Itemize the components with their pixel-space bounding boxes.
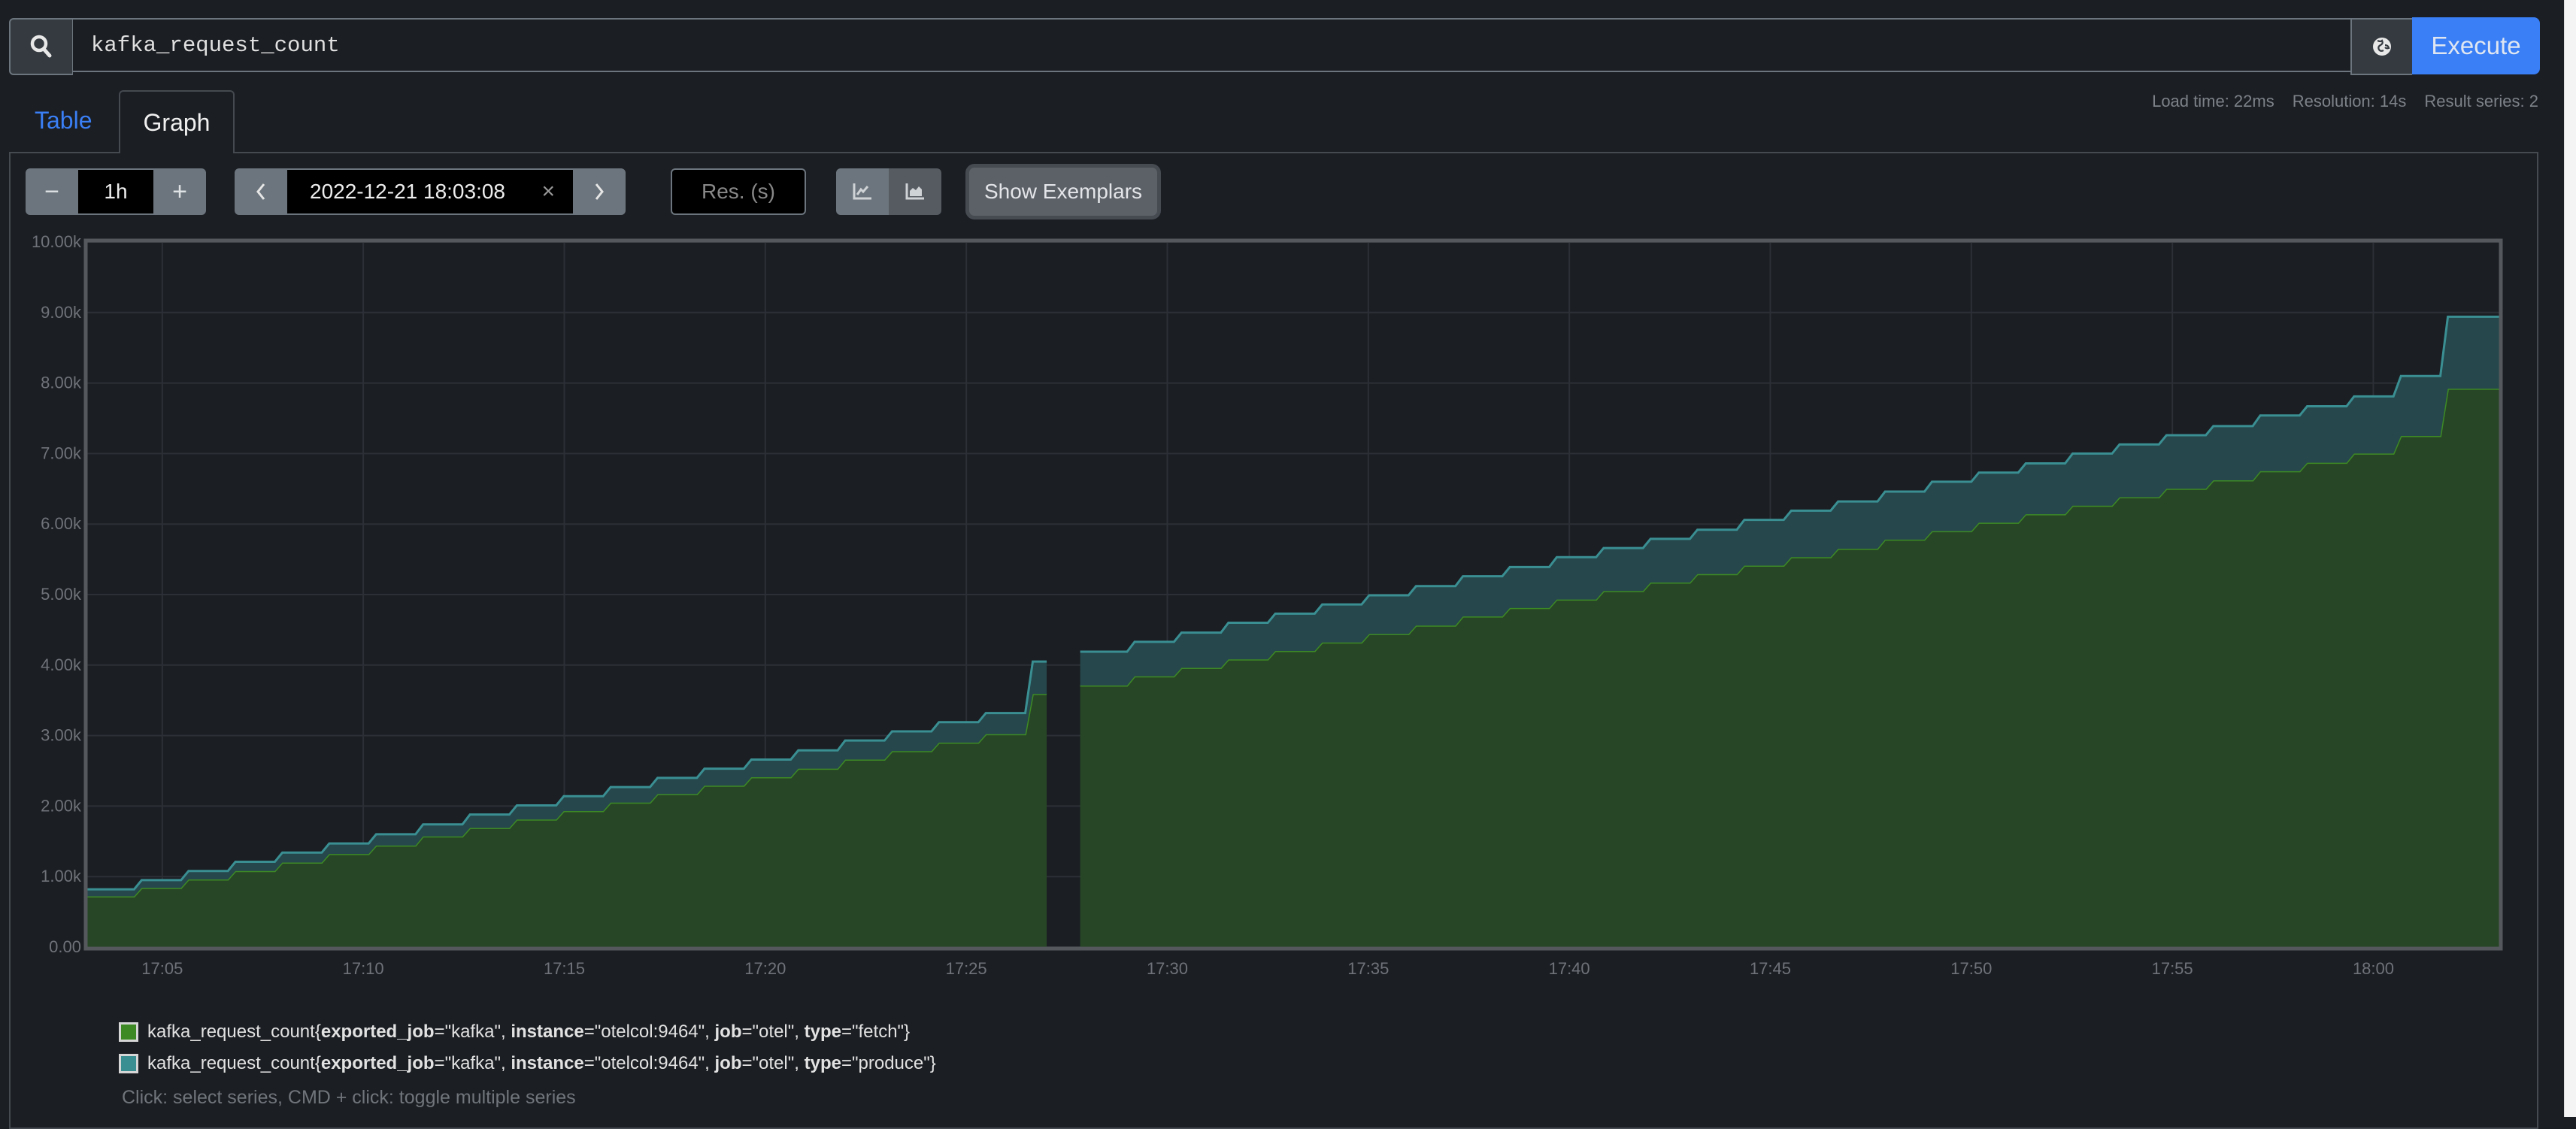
chart-type-toggle: [836, 168, 941, 215]
query-stats: Load time: 22ms Resolution: 14s Result s…: [2152, 92, 2538, 111]
area-chart-icon: [905, 183, 924, 200]
legend-hint: Click: select series, CMD + click: toggl…: [122, 1087, 576, 1108]
x-tick-label: 17:20: [744, 959, 786, 978]
globe-icon: [2373, 38, 2391, 56]
y-tick-label: 3.00k: [41, 726, 82, 745]
search-button[interactable]: [9, 18, 73, 75]
x-tick-label: 17:15: [544, 959, 585, 978]
tab-table[interactable]: Table: [35, 107, 92, 135]
x-tick-label: 17:50: [1950, 959, 1992, 978]
load-time: Load time: 22ms: [2152, 92, 2274, 110]
stacked-button[interactable]: [889, 168, 941, 215]
y-tick-label: 1.00k: [41, 867, 82, 885]
y-tick-label: 6.00k: [41, 514, 82, 533]
legend: kafka_request_count{exported_job="kafka"…: [119, 1016, 936, 1079]
end-time-picker: 2022-12-21 18:03:08 ×: [235, 168, 626, 215]
range-input[interactable]: 1h: [78, 168, 153, 215]
y-tick-label: 10.00k: [32, 232, 82, 251]
x-tick-label: 17:10: [343, 959, 384, 978]
x-tick-label: 17:55: [2152, 959, 2193, 978]
y-tick-label: 2.00k: [41, 796, 82, 815]
graph-chart[interactable]: 0.00 1.00k 2.00k 3.00k 4.00k 5.00k 6.00k 7.00k 8…: [0, 225, 2556, 992]
x-tick-label: 17:45: [1750, 959, 1791, 978]
unstacked-button[interactable]: [836, 168, 889, 215]
line-chart-icon: [853, 183, 871, 200]
end-time-input[interactable]: 2022-12-21 18:03:08 ×: [287, 168, 573, 215]
y-tick-label: 5.00k: [41, 585, 82, 604]
previous-time-button[interactable]: [235, 168, 287, 215]
legend-label: kafka_request_count{exported_job="kafka"…: [147, 1022, 911, 1042]
execute-button[interactable]: Execute: [2412, 17, 2540, 74]
x-tick-label: 17:25: [946, 959, 987, 978]
page-scrollbar[interactable]: [2564, 0, 2576, 1117]
increase-range-button[interactable]: +: [153, 168, 206, 215]
result-series: Result series: 2: [2424, 92, 2538, 110]
decrease-range-button[interactable]: −: [26, 168, 78, 215]
clear-time-icon[interactable]: ×: [541, 179, 555, 204]
chevron-right-icon: [595, 183, 604, 200]
end-time-value: 2022-12-21 18:03:08: [310, 180, 505, 203]
legend-label: kafka_request_count{exported_job="kafka"…: [147, 1053, 936, 1073]
range-picker: − 1h +: [26, 168, 206, 215]
y-tick-label: 7.00k: [41, 443, 82, 462]
legend-item[interactable]: kafka_request_count{exported_job="kafka"…: [119, 1016, 936, 1048]
series-areas: [87, 315, 2499, 947]
query-bar: kafka_request_count Execute: [9, 17, 2540, 75]
show-exemplars-button[interactable]: Show Exemplars: [965, 164, 1161, 219]
search-icon: [30, 35, 52, 58]
metrics-explorer-button[interactable]: [2350, 18, 2412, 75]
legend-swatch: [119, 1022, 138, 1042]
x-tick-label: 17:05: [141, 959, 183, 978]
legend-item[interactable]: kafka_request_count{exported_job="kafka"…: [119, 1048, 936, 1079]
series-fetch-area: [1080, 389, 2499, 947]
x-tick-label: 17:35: [1347, 959, 1389, 978]
resolution: Resolution: 14s: [2292, 92, 2407, 110]
y-tick-label: 0.00: [49, 937, 81, 956]
chevron-left-icon: [256, 183, 265, 200]
tab-graph[interactable]: Graph: [119, 90, 235, 153]
y-tick-label: 9.00k: [41, 303, 82, 322]
y-tick-label: 8.00k: [41, 374, 82, 392]
x-tick-label: 18:00: [2353, 959, 2394, 978]
x-tick-label: 17:40: [1549, 959, 1590, 978]
resolution-input[interactable]: Res. (s): [671, 168, 806, 215]
legend-swatch: [119, 1054, 138, 1073]
next-time-button[interactable]: [573, 168, 626, 215]
expression-input[interactable]: kafka_request_count: [73, 18, 2350, 72]
x-tick-label: 17:30: [1147, 959, 1188, 978]
y-tick-label: 4.00k: [41, 655, 82, 674]
